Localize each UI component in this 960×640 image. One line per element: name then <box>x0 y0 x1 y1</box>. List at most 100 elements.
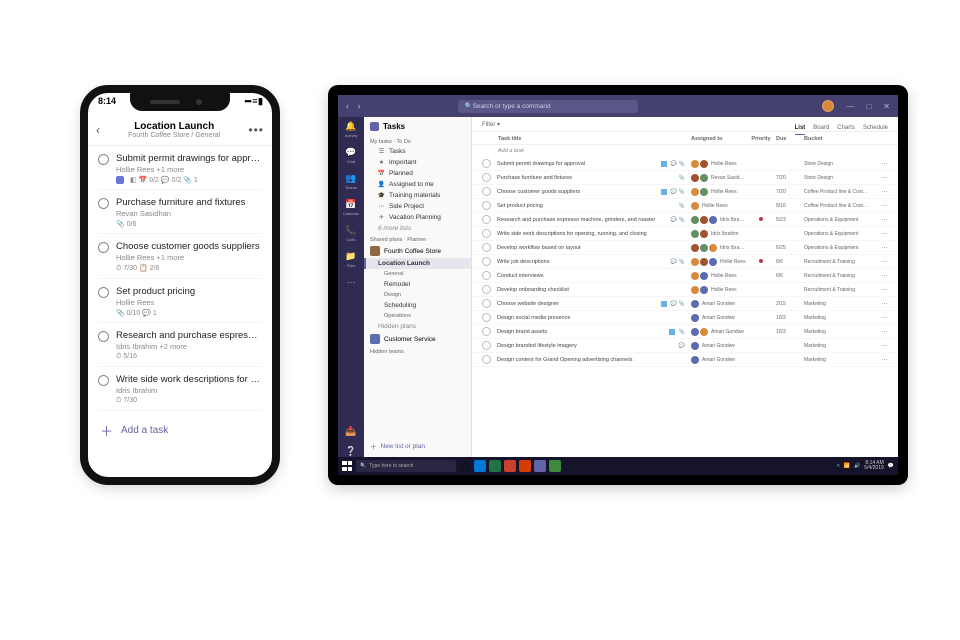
window-maximize-icon[interactable]: □ <box>866 102 871 111</box>
task-checkbox[interactable] <box>482 243 491 252</box>
task-row[interactable]: Research and purchase espresso machine, … <box>472 213 898 227</box>
filter-dropdown[interactable]: Filter ▾ <box>482 121 500 131</box>
sidebar-item[interactable]: 📅Planned <box>364 168 471 179</box>
notifications-icon[interactable]: 💬 <box>888 463 894 469</box>
task-row[interactable]: Design branded lifestyle imagery Amari G… <box>472 339 898 353</box>
task-row[interactable]: Choose customer goods suppliers Hollie R… <box>472 185 898 199</box>
row-more-icon[interactable]: ⋯ <box>874 174 888 182</box>
task-row[interactable]: Design content for Grand Opening adverti… <box>472 353 898 367</box>
task-checkbox[interactable] <box>482 355 491 364</box>
system-tray[interactable]: ˄ 📶 🔊 8:14 AM 5/4/2019 💬 <box>837 461 894 471</box>
sidebar-item[interactable]: ★Important <box>364 157 471 168</box>
sidebar-item[interactable]: ☰Tasks <box>364 146 471 157</box>
sidebar-item[interactable]: ✈Vacation Planning <box>364 212 471 223</box>
task-row[interactable]: Purchase furniture and fixtures Revan Sa… <box>472 171 898 185</box>
task-checkbox[interactable] <box>482 187 491 196</box>
command-search[interactable]: 🔍 Search or type a command <box>458 100 638 113</box>
phone-task-list[interactable]: Submit permit drawings for approval Holl… <box>88 146 272 411</box>
task-checkbox[interactable] <box>482 215 491 224</box>
nav-back-forward[interactable]: ‹ › <box>346 101 364 111</box>
task-radio[interactable] <box>98 242 109 253</box>
task-checkbox[interactable] <box>482 229 491 238</box>
task-row[interactable]: Design social media presence Amari Gondw… <box>472 311 898 325</box>
row-more-icon[interactable]: ⋯ <box>874 314 888 322</box>
rail-item[interactable]: 📁Files <box>342 251 360 268</box>
col-due[interactable]: Due <box>776 136 804 142</box>
task-row[interactable]: Write job descriptions Hollie Rees 6/6 R… <box>472 255 898 269</box>
new-list-button[interactable]: ＋ New list or plan <box>364 435 471 457</box>
task-row[interactable]: Write side work descriptions for opening… <box>472 227 898 241</box>
task-checkbox[interactable] <box>482 285 491 294</box>
add-task-button[interactable]: ＋ Add a task <box>88 411 272 450</box>
more-icon[interactable]: ••• <box>248 123 264 137</box>
phone-task-item[interactable]: Set product pricing Hollie Rees 📎 0/10 💬… <box>98 279 262 323</box>
rail-item[interactable]: ❔ <box>342 446 360 457</box>
row-more-icon[interactable]: ⋯ <box>874 230 888 238</box>
taskbar-app-icon[interactable] <box>474 460 486 472</box>
row-more-icon[interactable]: ⋯ <box>874 188 888 196</box>
user-avatar[interactable] <box>822 100 834 112</box>
task-row[interactable]: Set product pricing Hollie Rees 5/16 Cof… <box>472 199 898 213</box>
row-more-icon[interactable]: ⋯ <box>874 342 888 350</box>
taskbar-app-icon[interactable] <box>519 460 531 472</box>
rail-item[interactable]: 🔔Activity <box>342 121 360 138</box>
taskbar-app-icon[interactable] <box>489 460 501 472</box>
window-close-icon[interactable]: ✕ <box>883 102 890 111</box>
rail-item[interactable]: 📅Calendar <box>342 199 360 216</box>
wifi-icon[interactable]: 📶 <box>844 463 850 469</box>
add-task-row[interactable]: Add a task <box>472 145 898 157</box>
row-more-icon[interactable]: ⋯ <box>874 300 888 308</box>
phone-task-item[interactable]: Purchase furniture and fixtures Revan Sa… <box>98 190 262 234</box>
task-row[interactable]: Choose website designer Amari Gondwe 2/1… <box>472 297 898 311</box>
phone-task-item[interactable]: Submit permit drawings for approval Holl… <box>98 146 262 190</box>
rail-item[interactable]: 💬Chat <box>342 147 360 164</box>
rail-item[interactable]: 👥Teams <box>342 173 360 190</box>
row-more-icon[interactable]: ⋯ <box>874 244 888 252</box>
start-button[interactable] <box>342 461 353 472</box>
row-more-icon[interactable]: ⋯ <box>874 216 888 224</box>
volume-icon[interactable]: 🔊 <box>854 463 860 469</box>
task-checkbox[interactable] <box>482 271 491 280</box>
task-checkbox[interactable] <box>482 341 491 350</box>
rail-item[interactable]: ⋯ <box>342 277 360 288</box>
phone-task-item[interactable]: Research and purchase espresso… Idris Ib… <box>98 323 262 367</box>
task-row[interactable]: Design brand assets Amari Gondwe 10/3 Ma… <box>472 325 898 339</box>
task-radio[interactable] <box>98 375 109 386</box>
task-row[interactable]: Develop onboarding checklist Hollie Rees… <box>472 283 898 297</box>
taskbar-app-icon[interactable] <box>504 460 516 472</box>
task-radio[interactable] <box>98 198 109 209</box>
team-row-cs[interactable]: Customer Service <box>364 332 471 346</box>
sidebar-item[interactable]: 👤Assigned to me <box>364 179 471 190</box>
col-bucket[interactable]: Bucket <box>804 136 874 142</box>
taskbar-clock[interactable]: 8:14 AM 5/4/2019 <box>864 461 883 471</box>
col-priority[interactable]: Priority <box>746 136 776 142</box>
task-checkbox[interactable] <box>482 159 491 168</box>
task-checkbox[interactable] <box>482 173 491 182</box>
row-more-icon[interactable]: ⋯ <box>874 258 888 266</box>
row-more-icon[interactable]: ⋯ <box>874 202 888 210</box>
rail-item[interactable]: 📥 <box>342 426 360 437</box>
sidebar-channel[interactable]: Location Launch <box>364 258 471 269</box>
taskbar-search[interactable]: 🔍 Type here to search <box>356 460 456 472</box>
task-checkbox[interactable] <box>482 327 491 336</box>
task-row[interactable]: Conduct interviews Hollie Rees 6/6 Recru… <box>472 269 898 283</box>
row-more-icon[interactable]: ⋯ <box>874 286 888 294</box>
task-radio[interactable] <box>98 331 109 342</box>
task-row[interactable]: Develop workflow based on layout Idris I… <box>472 241 898 255</box>
taskbar-app-icon[interactable] <box>549 460 561 472</box>
task-row[interactable]: Submit permit drawings for approval Holl… <box>472 157 898 171</box>
more-lists[interactable]: 6 more lists <box>364 223 471 234</box>
tray-up-icon[interactable]: ˄ <box>837 463 840 469</box>
hidden-plans[interactable]: Hidden plans <box>364 321 471 332</box>
sidebar-item[interactable]: ⋯Side Project <box>364 201 471 212</box>
row-more-icon[interactable]: ⋯ <box>874 272 888 280</box>
task-radio[interactable] <box>98 154 109 165</box>
rail-item[interactable]: 📞Calls <box>342 225 360 242</box>
taskbar-app-icon[interactable] <box>534 460 546 472</box>
phone-task-item[interactable]: Choose customer goods suppliers Hollie R… <box>98 234 262 279</box>
task-checkbox[interactable] <box>482 257 491 266</box>
cortana-icon[interactable]: ◯ <box>459 460 471 472</box>
task-checkbox[interactable] <box>482 313 491 322</box>
task-checkbox[interactable] <box>482 299 491 308</box>
task-radio[interactable] <box>98 287 109 298</box>
